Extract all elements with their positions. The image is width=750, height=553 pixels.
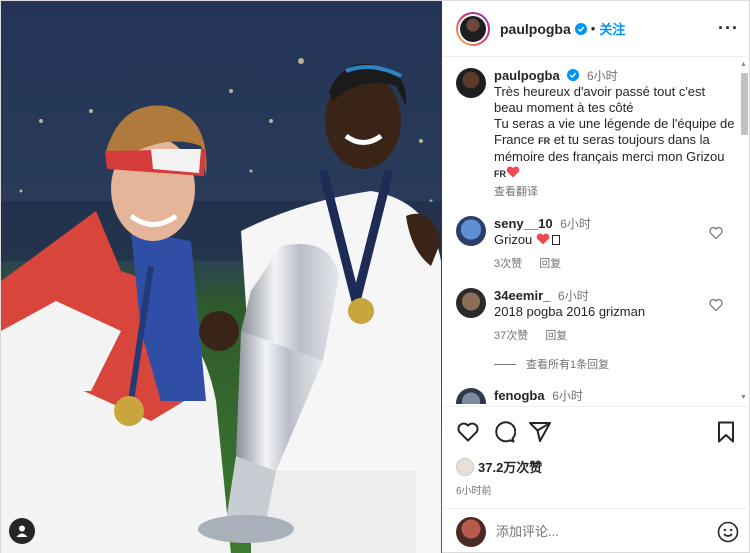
comment-likes[interactable]: 3次赞: [494, 258, 522, 270]
follow-button[interactable]: 关注: [599, 19, 625, 38]
scroll-down-icon[interactable]: ▼: [740, 394, 747, 401]
like-comment-icon[interactable]: [709, 298, 723, 312]
comment-time: 6小时: [552, 389, 583, 403]
comment-item: seny__10 6小时 Grizou 3次赞 回复: [456, 216, 737, 272]
view-replies-link[interactable]: 查看所有1条回复: [494, 356, 737, 372]
author-avatar[interactable]: [456, 11, 490, 46]
comment-username[interactable]: fenogba: [494, 388, 545, 403]
flag-fr: FR: [538, 136, 551, 146]
comments-section[interactable]: paulpogba 6小时 Très heureux d'avoir passé…: [442, 58, 750, 404]
comment-input[interactable]: [496, 524, 717, 539]
post-photo[interactable]: [1, 1, 442, 553]
red-heart-icon: [506, 166, 520, 178]
flag-fr: FR: [494, 169, 506, 179]
comment-item: fenogba 6小时: [456, 388, 737, 404]
like-icon[interactable]: [456, 420, 480, 444]
likes-count[interactable]: 37.2万次赞: [478, 457, 542, 476]
comment-item: 34eemir_ 6小时 2018 pogba 2016 grizman 37次…: [456, 288, 737, 344]
comment-time: 6小时: [560, 217, 591, 231]
author-username[interactable]: paulpogba: [500, 21, 571, 37]
emoji-icon[interactable]: [717, 521, 739, 543]
like-comment-icon[interactable]: [709, 226, 723, 240]
red-heart-icon: [536, 233, 550, 245]
caption-line-1: Très heureux d'avoir passé tout c'est be…: [494, 84, 706, 115]
scrollbar-thumb[interactable]: [741, 73, 748, 135]
post-side-panel: paulpogba • 关注 ··· paulpogba 6小时 Très he…: [442, 1, 750, 553]
post-actions: 37.2万次赞 6小时前: [442, 406, 750, 508]
instagram-post-window: paulpogba • 关注 ··· paulpogba 6小时 Très he…: [0, 0, 750, 553]
liker-avatar: [456, 457, 474, 476]
share-icon[interactable]: [528, 420, 552, 444]
caption: paulpogba 6小时 Très heureux d'avoir passé…: [456, 68, 737, 200]
user-icon: [16, 525, 28, 537]
verified-icon: [567, 69, 580, 81]
more-options-button[interactable]: ···: [718, 18, 739, 39]
comment-text: 2018 pogba 2016 grizman: [494, 304, 646, 319]
post-header: paulpogba • 关注 ···: [442, 1, 750, 57]
reply-button[interactable]: 回复: [545, 330, 567, 342]
add-comment-bar: [442, 508, 750, 553]
see-translation-link[interactable]: 查看翻译: [494, 184, 737, 200]
tagged-users-button[interactable]: [9, 518, 35, 544]
comments-scrollbar[interactable]: ▲ ▼: [739, 61, 749, 401]
comment-avatar[interactable]: [456, 216, 486, 246]
likes-row[interactable]: 37.2万次赞: [456, 457, 737, 476]
comment-meta: 37次赞 回复: [494, 328, 737, 344]
comment-avatar[interactable]: [456, 288, 486, 318]
verified-icon: [574, 22, 587, 35]
comment-username[interactable]: seny__10: [494, 216, 553, 231]
current-user-avatar: [456, 516, 486, 547]
post-image: [1, 1, 442, 553]
comment-text: Grizou: [494, 232, 737, 248]
post-time[interactable]: 6小时前: [456, 482, 737, 497]
unknown-glyph-icon: [551, 235, 560, 245]
comment-meta: 3次赞 回复: [494, 256, 737, 272]
comment-icon[interactable]: [492, 420, 516, 444]
scroll-up-icon[interactable]: ▲: [740, 61, 747, 68]
view-replies-label: 查看所有1条回复: [526, 359, 610, 371]
caption-avatar[interactable]: [456, 68, 486, 98]
comment-time: 6小时: [558, 289, 589, 303]
divider-line: [494, 363, 516, 365]
bookmark-icon[interactable]: [715, 420, 737, 444]
caption-line-2: Tu seras a vie une légende de l'équipe d…: [494, 116, 735, 179]
comment-likes[interactable]: 37次赞: [494, 330, 528, 342]
comment-avatar[interactable]: [456, 388, 486, 404]
caption-time: 6小时: [586, 69, 618, 83]
reply-button[interactable]: 回复: [539, 258, 561, 270]
caption-username[interactable]: paulpogba: [494, 68, 560, 83]
comment-username[interactable]: 34eemir_: [494, 288, 550, 303]
separator-dot: •: [590, 21, 596, 36]
